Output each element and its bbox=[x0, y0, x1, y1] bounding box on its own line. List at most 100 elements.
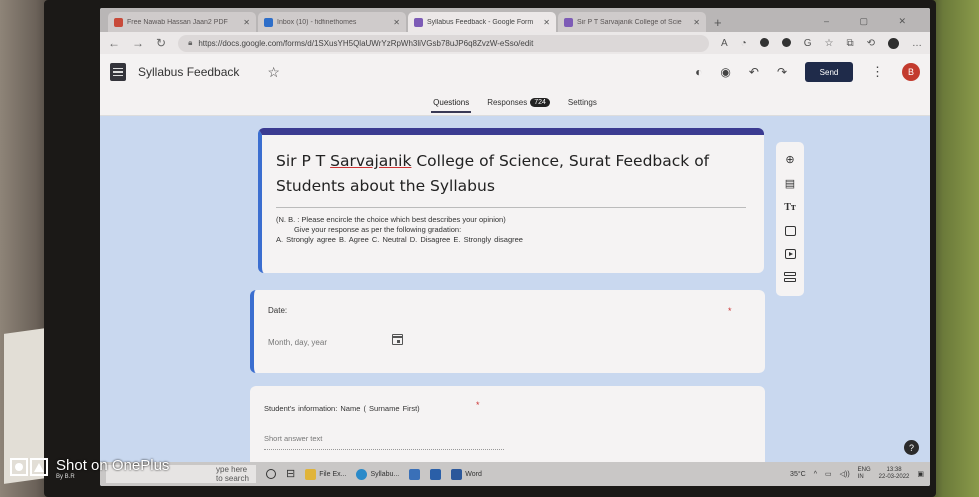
tab-title: Free Nawab Hassan Jaan2 PDF bbox=[127, 18, 228, 26]
question-toolbar: ⊕ ▤ Tт bbox=[776, 142, 804, 296]
page-icon bbox=[564, 17, 573, 27]
collections-icon[interactable]: ⧉ bbox=[846, 38, 853, 49]
help-button[interactable]: ? bbox=[904, 440, 919, 455]
undo-icon[interactable]: ↶ bbox=[749, 65, 759, 79]
profile-icon[interactable] bbox=[888, 37, 899, 49]
taskbar-app-label: Word bbox=[465, 470, 482, 478]
window-controls[interactable]: – ▢ ✕ bbox=[814, 16, 930, 32]
camera-watermark: Shot on OnePlus By B.R bbox=[10, 458, 169, 480]
new-tab-button[interactable]: + bbox=[708, 15, 728, 32]
send-button[interactable]: Send bbox=[805, 62, 853, 82]
required-mark: * bbox=[476, 400, 480, 410]
responses-count-badge: 724 bbox=[530, 98, 550, 107]
chevron-up-icon[interactable]: ^ bbox=[814, 471, 817, 478]
read-aloud-icon[interactable]: A bbox=[721, 38, 728, 49]
browser-tab-inbox[interactable]: Inbox (10) - fidfinethomes ✕ bbox=[258, 12, 406, 32]
star-icon[interactable]: ☆ bbox=[267, 64, 280, 81]
edge-icon bbox=[356, 468, 368, 480]
volume-icon[interactable]: ◁)) bbox=[840, 470, 850, 478]
close-icon[interactable]: ✕ bbox=[543, 18, 550, 27]
taskbar-app-word[interactable]: Word bbox=[451, 468, 482, 480]
taskbar-app-browser[interactable]: Syllabu... bbox=[356, 468, 400, 480]
description-line: (N. B. : Please encircle the choice whic… bbox=[276, 215, 506, 224]
preview-eye-icon[interactable]: ◉ bbox=[720, 65, 730, 79]
import-questions-icon[interactable]: ▤ bbox=[785, 178, 795, 190]
reload-icon[interactable]: ↻ bbox=[156, 36, 166, 50]
browser-tab-pdf[interactable]: Free Nawab Hassan Jaan2 PDF ✕ bbox=[108, 12, 256, 32]
redo-icon[interactable]: ↷ bbox=[777, 65, 787, 79]
avatar[interactable]: B bbox=[902, 63, 920, 81]
split-screen-icon[interactable]: G bbox=[804, 38, 812, 49]
add-image-icon[interactable] bbox=[784, 226, 796, 237]
weather-temperature[interactable]: 35°C bbox=[790, 471, 806, 478]
extension-icon[interactable] bbox=[781, 37, 791, 47]
browser-tab-college[interactable]: Sir P T Sarvajanik College of Scie ✕ bbox=[558, 12, 706, 32]
required-mark: * bbox=[728, 306, 732, 316]
clock-date: 22-03-2022 bbox=[878, 474, 910, 480]
forms-header: Syllabus Feedback ☆ ◐ ◉ ↶ ↷ Send ⋮ B bbox=[100, 54, 930, 90]
form-title-underlined: Sarvajanik bbox=[330, 152, 412, 170]
url-text: https://docs.google.com/forms/d/1SXusYH5… bbox=[198, 38, 534, 48]
calendar-icon[interactable] bbox=[392, 334, 403, 345]
more-icon[interactable]: … bbox=[912, 38, 922, 49]
address-bar-row: ← → ↻ 🔒︎ https://docs.google.com/forms/d… bbox=[100, 32, 930, 54]
add-section-icon[interactable] bbox=[784, 272, 796, 283]
pdf-icon bbox=[114, 17, 123, 27]
description-line: Give your response as per the following … bbox=[294, 225, 462, 234]
language-indicator[interactable]: ENG IN bbox=[858, 467, 871, 481]
question-label: Student's information: Name ( Surname Fi… bbox=[264, 404, 420, 413]
store-icon[interactable] bbox=[409, 468, 421, 480]
form-title-part: Sir P T bbox=[276, 152, 331, 170]
divider bbox=[276, 207, 746, 208]
cortana-icon[interactable] bbox=[266, 469, 276, 479]
taskbar-app-file-explorer[interactable]: File Ex... bbox=[305, 468, 346, 480]
close-icon[interactable]: ✕ bbox=[243, 18, 250, 27]
document-title[interactable]: Syllabus Feedback bbox=[138, 65, 239, 79]
short-answer-field[interactable]: Short answer text bbox=[264, 434, 504, 450]
tracking-icon[interactable]: ◔ bbox=[741, 38, 747, 49]
form-title[interactable]: Sir P T Sarvajanik College of Science, S… bbox=[276, 149, 746, 199]
question-card-date[interactable]: Date: * Month, day, year bbox=[250, 290, 765, 373]
tab-responses[interactable]: Responses 724 bbox=[485, 92, 552, 113]
word-icon bbox=[451, 468, 463, 480]
taskbar: ype here to search ⊟ File Ex... Syllabu.… bbox=[100, 462, 930, 486]
description-line: A. Strongly agree B. Agree C. Neutral D.… bbox=[276, 235, 523, 244]
browser-tab-forms[interactable]: Syllabus Feedback - Google Form ✕ bbox=[408, 12, 556, 32]
form-description[interactable]: (N. B. : Please encircle the choice whic… bbox=[276, 215, 756, 245]
clock-time: 13:38 bbox=[886, 467, 902, 473]
browser-toolbar-icons: A ◔ G ☆ ⧉ ⟲ … bbox=[721, 37, 922, 49]
tab-questions[interactable]: Questions bbox=[431, 92, 472, 113]
tab-settings[interactable]: Settings bbox=[566, 92, 599, 113]
clock[interactable]: 13:38 22-03-2022 bbox=[879, 467, 910, 481]
tab-title: Syllabus Feedback - Google Form bbox=[427, 18, 534, 26]
forms-icon bbox=[414, 17, 423, 27]
add-title-icon[interactable]: Tт bbox=[784, 202, 796, 213]
tab-title: Inbox (10) - fidfinethomes bbox=[277, 18, 357, 26]
watermark-sub: By B.R bbox=[56, 474, 75, 480]
url-input[interactable]: 🔒︎ https://docs.google.com/forms/d/1SXus… bbox=[178, 34, 709, 52]
close-icon[interactable]: ✕ bbox=[393, 18, 400, 27]
palette-icon[interactable]: ◐ bbox=[695, 65, 702, 79]
system-tray: 35°C ^ ▭ ◁)) ENG IN 13:38 22-03-2022 ▣ bbox=[790, 467, 924, 481]
history-icon[interactable]: ⟲ bbox=[867, 38, 875, 49]
network-icon[interactable]: ▭ bbox=[825, 470, 832, 478]
taskbar-app-label: Syllabu... bbox=[370, 470, 400, 478]
add-question-icon[interactable]: ⊕ bbox=[785, 154, 794, 166]
tab-title: Sir P T Sarvajanik College of Scie bbox=[577, 18, 682, 26]
extension-icon[interactable] bbox=[759, 37, 769, 47]
form-title-card[interactable]: Sir P T Sarvajanik College of Science, S… bbox=[258, 128, 764, 273]
forward-arrow-icon[interactable]: → bbox=[132, 36, 144, 50]
task-view-icon[interactable]: ⊟ bbox=[286, 468, 295, 480]
forms-logo-icon[interactable] bbox=[110, 63, 126, 81]
favorites-icon[interactable]: ☆ bbox=[825, 38, 834, 49]
tab-responses-label: Responses bbox=[487, 98, 528, 107]
mail-icon[interactable] bbox=[430, 468, 442, 480]
back-arrow-icon[interactable]: ← bbox=[108, 36, 120, 50]
close-icon[interactable]: ✕ bbox=[693, 18, 700, 27]
date-input[interactable]: Month, day, year bbox=[268, 338, 327, 347]
more-vert-icon[interactable]: ⋮ bbox=[871, 64, 884, 80]
notification-icon[interactable]: ▣ bbox=[917, 470, 924, 478]
lang-secondary: IN bbox=[857, 474, 864, 480]
add-video-icon[interactable] bbox=[784, 249, 796, 260]
header-actions: ◐ ◉ ↶ ↷ Send ⋮ B bbox=[695, 62, 920, 82]
